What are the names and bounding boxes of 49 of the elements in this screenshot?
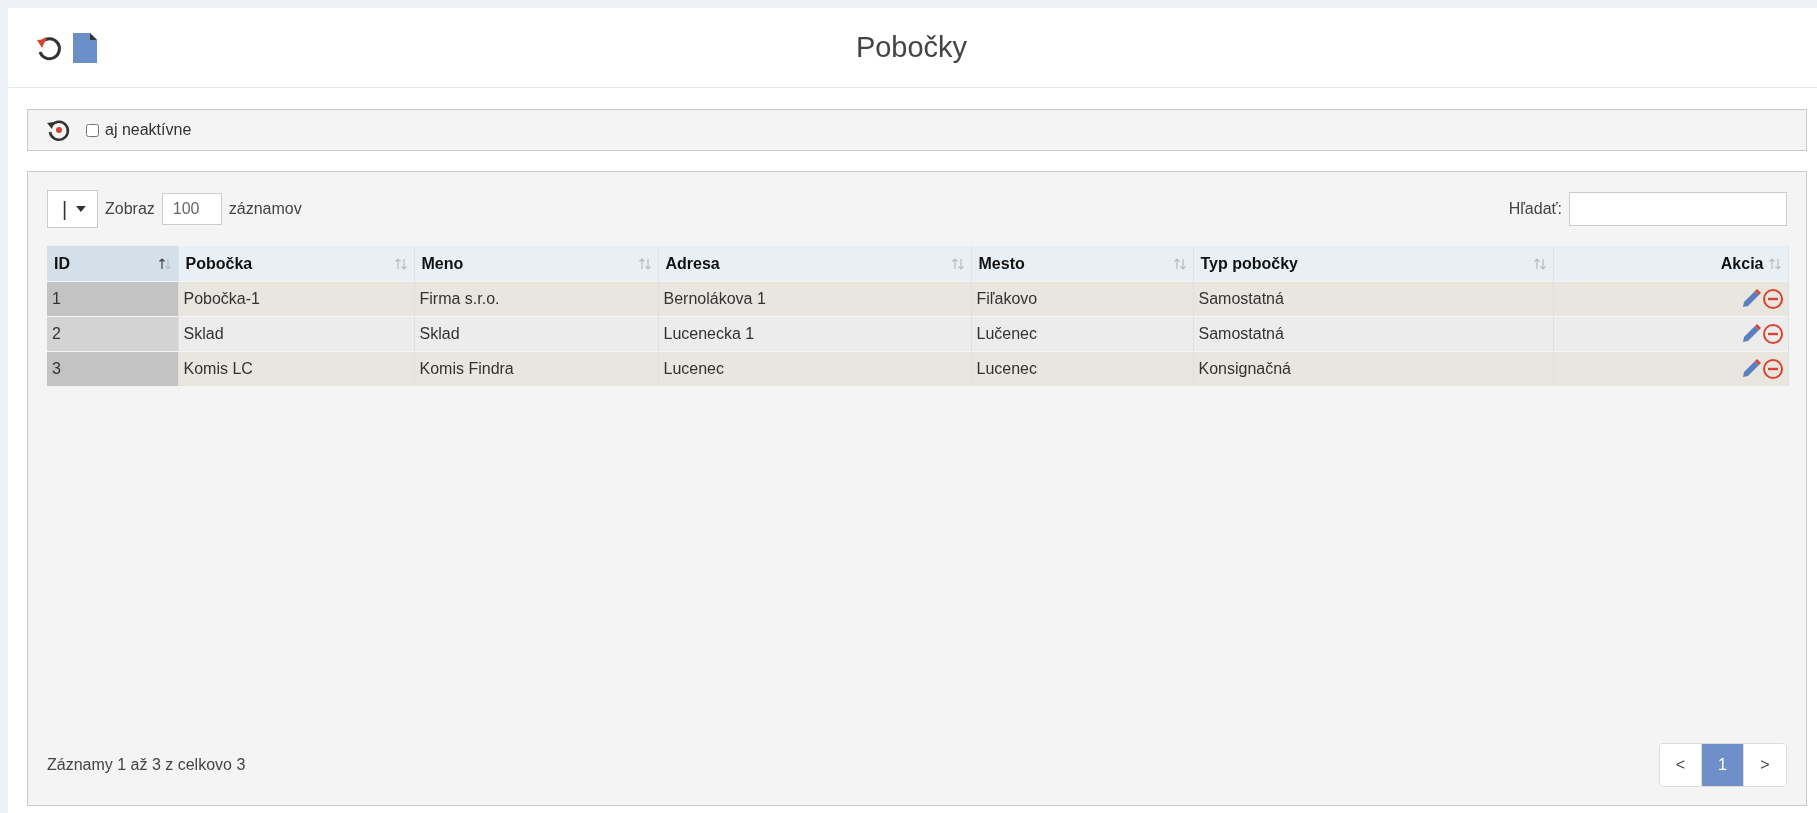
sort-icon — [393, 257, 408, 271]
table-cell: Komis Findra — [414, 351, 658, 386]
records-info: Záznamy 1 až 3 z celkovo 3 — [47, 756, 246, 774]
caret-icon — [75, 205, 87, 213]
table-cell: Fiľakovo — [971, 281, 1193, 317]
new-document-icon[interactable] — [72, 31, 98, 64]
table-cell: Konsignačná — [1193, 351, 1553, 386]
delete-icon[interactable] — [1761, 323, 1784, 345]
sort-icon — [637, 257, 652, 271]
page-button[interactable]: > — [1744, 744, 1786, 786]
column-header[interactable]: Pobočka — [178, 246, 414, 282]
column-header[interactable]: Mesto — [971, 246, 1193, 282]
column-header[interactable]: Typ pobočky — [1193, 246, 1553, 282]
table-cell: Komis LC — [178, 351, 414, 386]
delete-icon[interactable] — [1761, 288, 1784, 310]
column-header[interactable]: ID — [47, 246, 178, 282]
sort-icon — [157, 257, 172, 271]
delete-icon[interactable] — [1761, 358, 1784, 380]
sort-icon — [950, 257, 965, 271]
table-cell: Firma s.r.o. — [414, 281, 658, 317]
column-header[interactable]: Meno — [414, 246, 658, 282]
table-cell: Samostatná — [1193, 316, 1553, 352]
sort-icon — [1532, 257, 1547, 271]
table-cell: Lucenecka 1 — [658, 316, 971, 352]
table-cell: Lucenec — [971, 351, 1193, 386]
table-cell: Pobočka-1 — [178, 281, 414, 317]
column-header[interactable]: Adresa — [658, 246, 971, 282]
table-cell: Lučenec — [971, 316, 1193, 352]
sort-icon — [1172, 257, 1187, 271]
table-cell: Sklad — [414, 316, 658, 352]
table-cell: 2 — [47, 316, 178, 352]
table-cell: Sklad — [178, 316, 414, 352]
history-icon[interactable] — [46, 117, 72, 143]
table-cell: Lucenec — [658, 351, 971, 386]
column-header[interactable]: Akcia — [1553, 246, 1788, 282]
table-cell: 1 — [47, 281, 178, 317]
page-length-input[interactable]: 100 — [161, 193, 222, 225]
search-field[interactable] — [1569, 192, 1787, 226]
page-button[interactable]: < — [1660, 744, 1702, 786]
length-suffix: záznamov — [228, 200, 302, 218]
checkbox-label: aj neaktívne — [105, 121, 192, 139]
table-cell: Samostatná — [1193, 281, 1553, 317]
page-title: Pobočky — [855, 31, 969, 64]
length-label: Zobraz — [105, 200, 155, 218]
column-select[interactable]: | — [47, 190, 98, 228]
search-label: Hľadať: — [1508, 200, 1562, 218]
table-cell: 3 — [47, 351, 178, 386]
table-cell: Bernolákova 1 — [658, 281, 971, 317]
sort-icon — [1767, 257, 1782, 271]
